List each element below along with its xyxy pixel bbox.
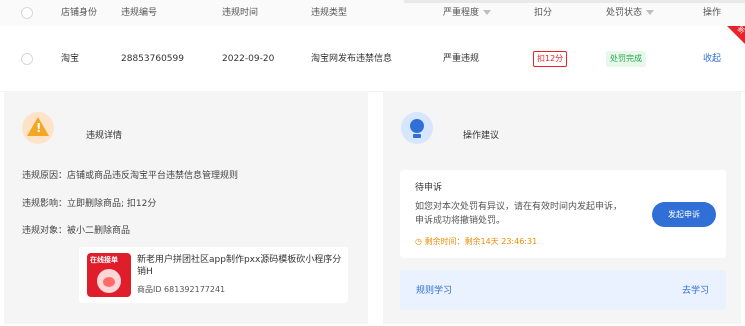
violation-reason: 违规原因：店铺或商品违反淘宝平台违禁信息管理规则: [22, 171, 239, 181]
col-deduction: 扣分: [534, 8, 553, 18]
appeal-countdown: ◷ 剩余时间：剩余14天 23:46:31: [415, 237, 538, 246]
col-severity[interactable]: 严重程度: [443, 0, 492, 26]
thumbnail-shape: [103, 277, 115, 287]
select-all-radio[interactable]: [21, 7, 33, 19]
cell-shop: 淘宝: [61, 54, 80, 64]
filter-icon[interactable]: [646, 10, 655, 15]
cell-deduction: 扣12分: [533, 26, 568, 92]
appeal-description: 如您对本次处罚有异议，请在有效时间内发起申诉，申诉成功将撤销处罚。: [415, 202, 623, 226]
product-thumbnail: 在线接单: [87, 253, 131, 297]
rule-learning-title: 规则学习: [416, 286, 453, 296]
exclamation-mark: !: [36, 121, 42, 135]
bulb-shape: [410, 119, 424, 133]
violation-detail-title: 违规详情: [86, 131, 123, 141]
submit-appeal-button[interactable]: 发起申诉: [652, 202, 716, 227]
filter-icon[interactable]: [483, 10, 492, 15]
lightbulb-icon: [401, 112, 433, 144]
cell-id: 28853760599: [121, 54, 184, 64]
col-status[interactable]: 处罚状态: [606, 0, 655, 26]
countdown-text: 剩余时间：剩余14天 23:46:31: [424, 237, 538, 246]
table-header: 店铺身份 违规编号 违规时间 违规类型 严重程度 扣分 处罚状态 操作: [0, 0, 745, 26]
deduction-tag: 扣12分: [533, 50, 568, 67]
bulb-base: [413, 134, 421, 138]
product-id: 商品ID 681392177241: [137, 285, 226, 294]
col-action: 操作: [703, 8, 722, 18]
appeal-title: 待申诉: [415, 183, 443, 193]
col-time: 违规时间: [222, 8, 259, 18]
table-row: 淘宝 28853760599 2022-09-20 淘宝网发布违禁信息 严重违规…: [0, 26, 745, 92]
violation-target: 违规对象：被小二删除商品: [22, 226, 131, 236]
violation-detail-panel: ! 违规详情 违规原因：店铺或商品违反淘宝平台违禁信息管理规则 违规影响：立即删…: [4, 92, 368, 324]
suggestion-title: 操作建议: [463, 131, 500, 141]
warning-icon: !: [22, 112, 54, 144]
row-select-radio[interactable]: [21, 53, 33, 65]
cell-severity: 严重违规: [443, 54, 480, 64]
rule-learning-card: 规则学习 去学习: [400, 270, 726, 310]
col-status-label: 处罚状态: [606, 8, 643, 18]
product-card[interactable]: 在线接单 新老用户拼团社区app制作pxx源码模板砍小程序分销H 商品ID 68…: [79, 247, 348, 303]
thumbnail-text: 在线接单: [90, 256, 118, 264]
dropdown-shadow: [404, 0, 745, 3]
go-learn-link[interactable]: 去学习: [682, 283, 709, 296]
appeal-card: 待申诉 如您对本次处罚有异议，请在有效时间内发起申诉，申诉成功将撤销处罚。 ◷ …: [400, 170, 726, 258]
col-shop: 店铺身份: [61, 8, 98, 18]
suggestion-panel: 操作建议 待申诉 如您对本次处罚有异议，请在有效时间内发起申诉，申诉成功将撤销处…: [383, 92, 741, 324]
cell-type: 淘宝网发布违禁信息: [311, 54, 393, 64]
collapse-link[interactable]: 收起: [703, 26, 721, 92]
cell-time: 2022-09-20: [222, 54, 275, 64]
violation-page: 店铺身份 违规编号 违规时间 违规类型 严重程度 扣分 处罚状态 操作 淘宝 2…: [0, 0, 745, 326]
col-severity-label: 严重程度: [443, 8, 480, 18]
col-id: 违规编号: [121, 8, 158, 18]
col-type: 违规类型: [311, 8, 348, 18]
status-tag: 处罚完成: [606, 50, 646, 67]
violation-impact: 违规影响：立即删除商品; 扣12分: [22, 199, 157, 209]
cell-status: 处罚完成: [606, 26, 646, 92]
product-name[interactable]: 新老用户拼团社区app制作pxx源码模板砍小程序分销H: [137, 254, 345, 278]
